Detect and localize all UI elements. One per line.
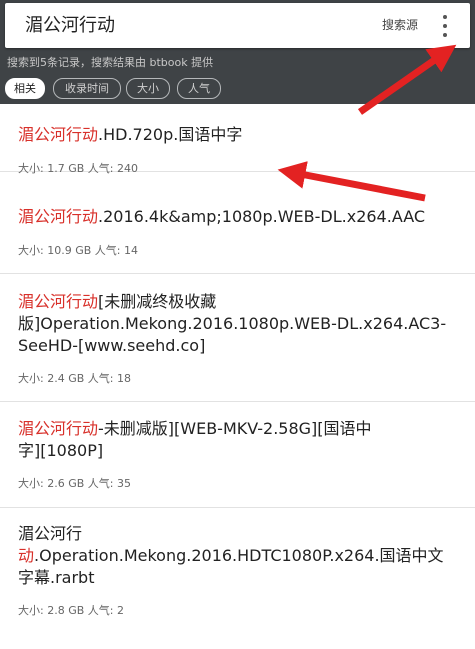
result-item[interactable]: 湄公河行动[未删减终极收藏 版]Operation.Mekong.2016.10… — [0, 274, 475, 402]
tab-relevance[interactable]: 相关 — [5, 78, 45, 99]
search-bar[interactable]: 湄公河行动 搜索源 — [5, 3, 470, 48]
result-title-line: 字][1080P] — [18, 441, 104, 460]
title-text: [未删减终极收藏 — [98, 292, 217, 311]
result-title-line: 动.Operation.Mekong.2016.HDTC1080P.x264.国… — [18, 545, 444, 567]
result-title: 湄公河行动.HD.720p.国语中字 — [18, 124, 242, 146]
title-highlight: 湄公河行动 — [18, 419, 99, 438]
result-meta: 大小: 2.4 GB 人气: 18 — [18, 372, 131, 385]
result-item[interactable]: 湄公河行动.HD.720p.国语中字 大小: 1.7 GB 人气: 240 — [0, 104, 475, 175]
result-meta: 大小: 2.6 GB 人气: 35 — [18, 477, 131, 490]
header-panel: 湄公河行动 搜索源 搜索到5条记录，搜索结果由 btbook 提供 相关 收录时… — [0, 0, 475, 104]
result-item[interactable]: 湄公河行动-未删减版][WEB-MKV-2.58G][国语中 字][1080P]… — [0, 402, 475, 508]
result-info: 搜索到5条记录，搜索结果由 btbook 提供 — [7, 56, 214, 69]
search-source-button[interactable]: 搜索源 — [382, 3, 418, 48]
title-text: .Operation.Mekong.2016.HDTC1080P.x264.国语… — [34, 546, 444, 565]
result-title-line: SeeHD-[www.seehd.co] — [18, 336, 206, 355]
result-title-line: 版]Operation.Mekong.2016.1080p.WEB-DL.x26… — [18, 314, 447, 333]
tab-size[interactable]: 大小 — [126, 78, 170, 99]
search-query[interactable]: 湄公河行动 — [25, 3, 115, 48]
title-highlight: 湄公河行动 — [18, 207, 99, 226]
title-highlight: 湄公河行动 — [18, 292, 99, 311]
result-title: 湄公河行动[未删减终极收藏 — [18, 291, 216, 313]
result-meta: 大小: 10.9 GB 人气: 14 — [18, 244, 138, 257]
result-title-line: 字幕.rarbt — [18, 568, 95, 587]
title-highlight: 湄公河行动 — [18, 125, 99, 144]
more-vert-icon[interactable] — [432, 11, 458, 41]
result-item[interactable]: 湄公河行动.2016.4k&amp;1080p.WEB-DL.x264.AAC … — [0, 172, 475, 274]
tab-popularity[interactable]: 人气 — [177, 78, 221, 99]
tab-indexed-time[interactable]: 收录时间 — [53, 78, 121, 99]
result-title: 湄公河行 — [18, 524, 83, 543]
result-title: 湄公河行动.2016.4k&amp;1080p.WEB-DL.x264.AAC — [18, 206, 425, 228]
title-highlight: 动 — [18, 546, 35, 565]
title-text: .2016.4k&amp;1080p.WEB-DL.x264.AAC — [98, 207, 426, 226]
title-text: -未删减版][WEB-MKV-2.58G][国语中 — [98, 419, 372, 438]
title-text: .HD.720p.国语中字 — [98, 125, 243, 144]
result-meta: 大小: 2.8 GB 人气: 2 — [18, 604, 124, 617]
result-title: 湄公河行动-未删减版][WEB-MKV-2.58G][国语中 — [18, 418, 372, 440]
result-item[interactable]: 湄公河行 动.Operation.Mekong.2016.HDTC1080P.x… — [0, 508, 475, 633]
